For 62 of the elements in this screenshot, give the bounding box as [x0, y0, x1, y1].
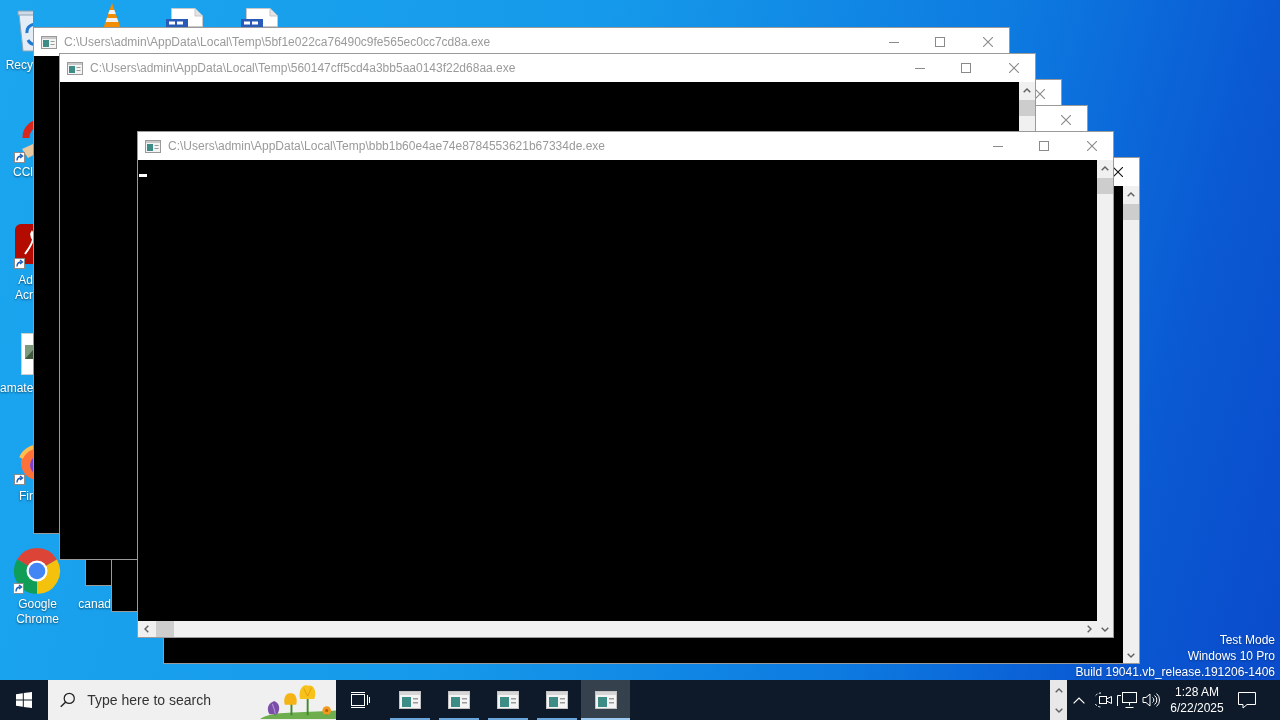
maximize-icon	[935, 37, 945, 47]
four-tiles-icon	[16, 692, 32, 708]
speech-bubble-icon[interactable]	[1238, 691, 1256, 709]
icon-label: Ad Acr	[14, 273, 33, 303]
minimize-icon	[915, 67, 925, 69]
chevron-down-icon	[1101, 626, 1109, 632]
desktop-info-text: Build 19041.vb_release.191206-1406	[1075, 664, 1275, 680]
scroll-thumb[interactable]	[1019, 100, 1035, 116]
minimize-icon	[889, 41, 899, 43]
app-shortcut-icon[interactable]	[14, 224, 33, 270]
desktop-info-text: Windows 10 Pro	[1187, 648, 1275, 664]
terminal-window-icon	[594, 691, 617, 709]
horizontal-scrollbar[interactable]	[138, 621, 1097, 637]
chevron-left-icon	[143, 625, 149, 633]
scroll-thumb[interactable]	[1123, 204, 1139, 220]
terminal-window-icon	[67, 61, 83, 75]
terminal-window-icon	[145, 139, 161, 153]
image-file-icon[interactable]	[21, 333, 33, 375]
window-title: C:\Users\admin\AppData\Local\Temp\560147cff5cd4a3bb5aa0143f22d68aa.exe	[90, 60, 516, 77]
chevron-up-icon	[1127, 191, 1135, 197]
chevron-right-icon	[1086, 625, 1092, 633]
document-icon[interactable]	[165, 7, 205, 27]
window-title: C:\Users\admin\AppData\Local\Temp\bbb1b60e4ae74e8784553621b67334de.exe	[168, 138, 605, 155]
minimize-icon	[993, 145, 1003, 147]
document-icon[interactable]	[240, 7, 280, 27]
icon-label: canad	[77, 597, 111, 612]
terminal-window-icon	[545, 691, 568, 709]
maximize-icon	[961, 63, 971, 73]
clock-button[interactable]: 1:28 AM 6/22/2025	[1163, 680, 1231, 720]
scroll-thumb[interactable]	[1097, 178, 1113, 194]
desktop-info-text: Test Mode	[1219, 632, 1275, 648]
icon-label: Recy	[4, 58, 33, 73]
icon-label: Google Chrome	[15, 597, 60, 627]
app-shortcut-icon[interactable]	[14, 118, 33, 164]
scroll-down-icon[interactable]	[1054, 707, 1063, 713]
terminal-window-icon	[496, 691, 519, 709]
window-title: C:\Users\admin\AppData\Local\Temp\5bf1e022ca76490c9fe565ec0cc7cd8a.exe	[64, 34, 491, 51]
scroll-thumb[interactable]	[156, 621, 174, 637]
vertical-scrollbar[interactable]	[1097, 160, 1113, 637]
terminal-window-icon	[41, 35, 57, 49]
speaker-icon[interactable]	[1142, 692, 1160, 708]
maximize-icon	[1039, 141, 1049, 151]
chevron-down-icon	[1127, 652, 1135, 658]
search-icon	[60, 692, 76, 708]
icon-label: CCl	[12, 165, 33, 180]
scroll-up-icon[interactable]	[1054, 687, 1063, 693]
ring-logo-icon[interactable]	[13, 547, 61, 595]
network-icon[interactable]	[1117, 692, 1137, 708]
chevron-up-icon[interactable]	[1073, 696, 1085, 704]
vertical-scrollbar[interactable]	[1123, 186, 1139, 663]
terminal-window-icon	[447, 691, 470, 709]
search-field[interactable]: Type here to search	[87, 689, 260, 711]
window-stack-icon	[350, 692, 370, 708]
chevron-up-icon	[1101, 165, 1109, 171]
icon-label: Fir	[18, 489, 33, 504]
terminal-window-icon	[398, 691, 421, 709]
chevron-up-icon	[1023, 87, 1031, 93]
taskbar-app-button[interactable]	[581, 680, 630, 720]
camera-icon[interactable]	[1094, 692, 1112, 708]
mini-scrollbar[interactable]	[1050, 680, 1067, 720]
search-box[interactable]: Type here to search	[48, 680, 336, 720]
icon-label: amate	[0, 381, 33, 396]
